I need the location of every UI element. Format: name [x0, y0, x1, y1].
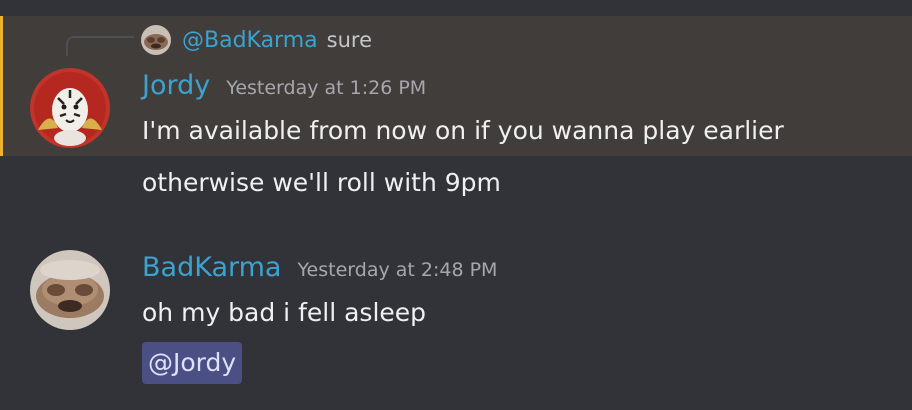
message-header: BadKarma Yesterday at 2:48 PM [142, 252, 497, 283]
message-timestamp[interactable]: Yesterday at 2:48 PM [297, 259, 497, 281]
chat-message-list: @BadKarma sure Jordy Yesterday at 1:26 P… [0, 0, 912, 410]
reply-spine-line [66, 36, 134, 56]
user-mention[interactable]: @Jordy [142, 342, 243, 384]
reply-reference[interactable]: @BadKarma sure [182, 24, 372, 56]
reply-author-name[interactable]: @BadKarma [182, 28, 318, 53]
jordy-avatar[interactable] [30, 68, 110, 148]
badkarma-avatar[interactable] [30, 250, 110, 330]
message-text: oh my bad i fell asleep [142, 298, 427, 327]
mention-highlight-bar [0, 16, 3, 156]
reply-author-avatar[interactable] [141, 25, 171, 55]
tiger-avatar-icon [30, 68, 110, 148]
message-header: Jordy Yesterday at 1:26 PM [142, 70, 426, 101]
message-text: otherwise we'll roll with 9pm [142, 168, 501, 197]
author-name[interactable]: Jordy [142, 70, 210, 101]
author-name[interactable]: BadKarma [142, 252, 281, 283]
message-text: I'm available from now on if you wanna p… [142, 116, 784, 145]
blurry-face-avatar-icon [30, 250, 110, 330]
message-timestamp[interactable]: Yesterday at 1:26 PM [226, 77, 426, 99]
reply-preview-text[interactable]: sure [327, 28, 372, 52]
